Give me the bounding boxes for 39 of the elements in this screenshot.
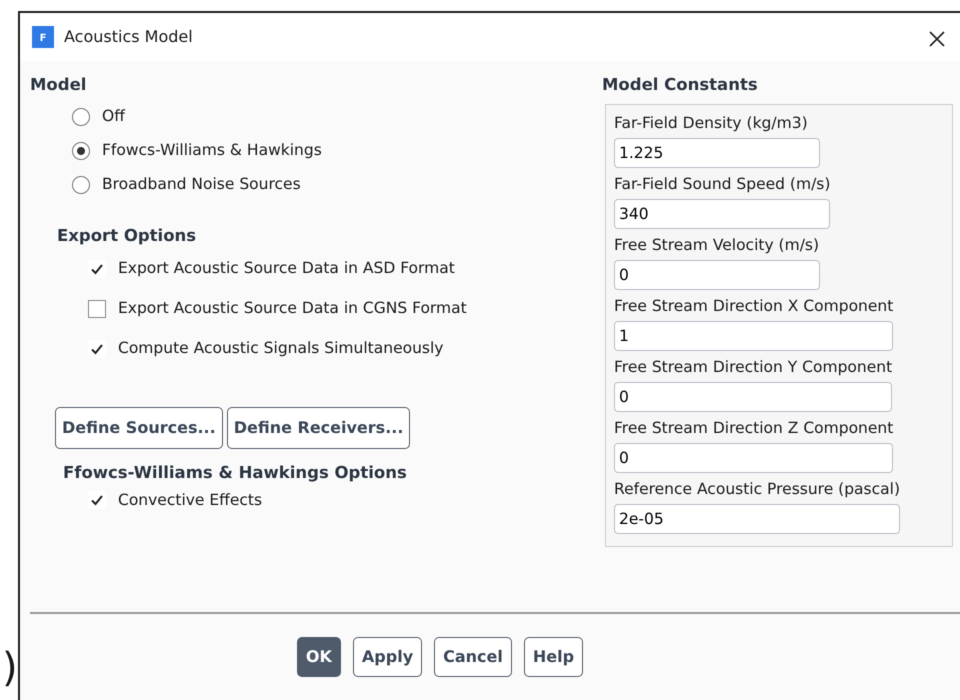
radio-button[interactable] [72,142,90,160]
checkbox-label: Export Acoustic Source Data in ASD Format [118,258,455,279]
input-field[interactable]: 0 [614,442,894,473]
field-label: Reference Acoustic Pressure (pascal) [614,478,900,500]
checkbox-label: Convective Effects [118,490,262,511]
field-label: Far-Field Density (kg/m3) [614,112,809,134]
checkbox[interactable] [88,300,106,318]
define-button[interactable]: Define Receivers... [226,406,410,448]
dialog-button[interactable]: Cancel [434,637,512,677]
input-field[interactable]: 1.225 [614,138,820,168]
field-label: Free Stream Velocity (m/s) [614,234,820,256]
radio-label: Broadband Noise Sources [102,174,301,196]
input-field[interactable]: 2e-05 [614,504,900,534]
input-field[interactable]: 340 [614,198,830,229]
window-title: Acoustics Model [64,26,193,48]
radio-label: Ffowcs-Williams & Hawkings [102,140,322,162]
ok-button[interactable]: OK [296,637,341,677]
edge-text: ) [2,648,18,688]
input-field[interactable]: 0 [614,260,820,290]
app-logo-icon: F [32,26,54,48]
section-heading: Ffowcs-Williams & Hawkings Options [63,462,408,484]
section-heading: Model [30,74,88,96]
section-heading: Export Options [57,224,198,247]
field-label: Free Stream Direction Z Component [614,418,894,439]
dialog-button[interactable]: Help [524,637,584,677]
radio-label: Off [102,106,125,128]
checkbox-label: Export Acoustic Source Data in CGNS Format [118,298,467,319]
close-icon [928,30,946,48]
checkbox-label: Compute Acoustic Signals Simultaneously [118,338,444,359]
input-field[interactable]: 0 [614,382,892,412]
input-field[interactable]: 1 [614,320,894,351]
dialog-button[interactable]: Apply [352,637,422,677]
field-label: Far-Field Sound Speed (m/s) [614,174,830,195]
radio-button[interactable] [72,176,90,194]
section-heading: Model Constants [602,74,759,96]
radio-button[interactable] [72,108,90,126]
field-label: Free Stream Direction Y Component [614,356,892,378]
field-label: Free Stream Direction X Component [614,296,894,317]
define-button[interactable]: Define Sources... [55,406,223,448]
